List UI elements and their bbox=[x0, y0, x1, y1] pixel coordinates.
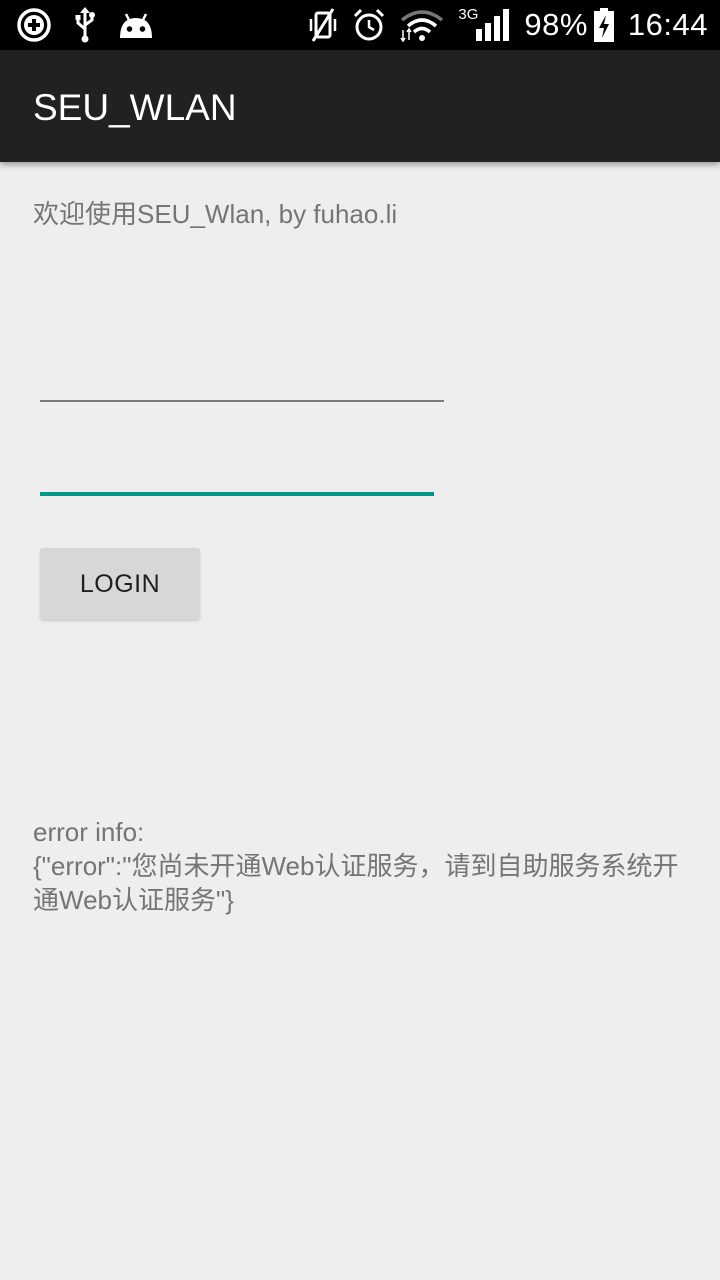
vibrate-off-icon bbox=[310, 8, 337, 42]
status-bar: 3G 98% 16:44 bbox=[0, 0, 720, 50]
app-title: SEU_WLAN bbox=[33, 87, 237, 128]
login-button[interactable]: LOGIN bbox=[40, 548, 200, 620]
battery-percent: 98% bbox=[524, 7, 588, 42]
signal-3g-icon bbox=[476, 9, 510, 41]
battery-charging-icon bbox=[593, 8, 614, 42]
username-field[interactable] bbox=[40, 360, 444, 402]
error-message: {"error":"您尚未开通Web认证服务，请到自助服务系统开通Web认证服务… bbox=[33, 851, 679, 915]
error-label: error info: bbox=[33, 817, 145, 847]
signal-group: 3G bbox=[458, 7, 510, 43]
usb-icon bbox=[75, 7, 95, 43]
clock: 16:44 bbox=[627, 7, 708, 42]
android-debug-icon bbox=[120, 13, 152, 38]
notification-icons bbox=[16, 7, 154, 43]
password-field[interactable] bbox=[40, 452, 434, 496]
alarm-icon bbox=[354, 8, 385, 41]
network-type-label: 3G bbox=[458, 6, 479, 23]
app-bar: SEU_WLAN bbox=[0, 50, 720, 162]
data-saver-icon bbox=[17, 8, 51, 42]
battery-wrap bbox=[593, 8, 614, 42]
system-status: 3G 98% 16:44 bbox=[294, 0, 708, 50]
wifi-icon bbox=[400, 10, 444, 42]
welcome-text: 欢迎使用SEU_Wlan, by fuhao.li bbox=[33, 199, 398, 229]
